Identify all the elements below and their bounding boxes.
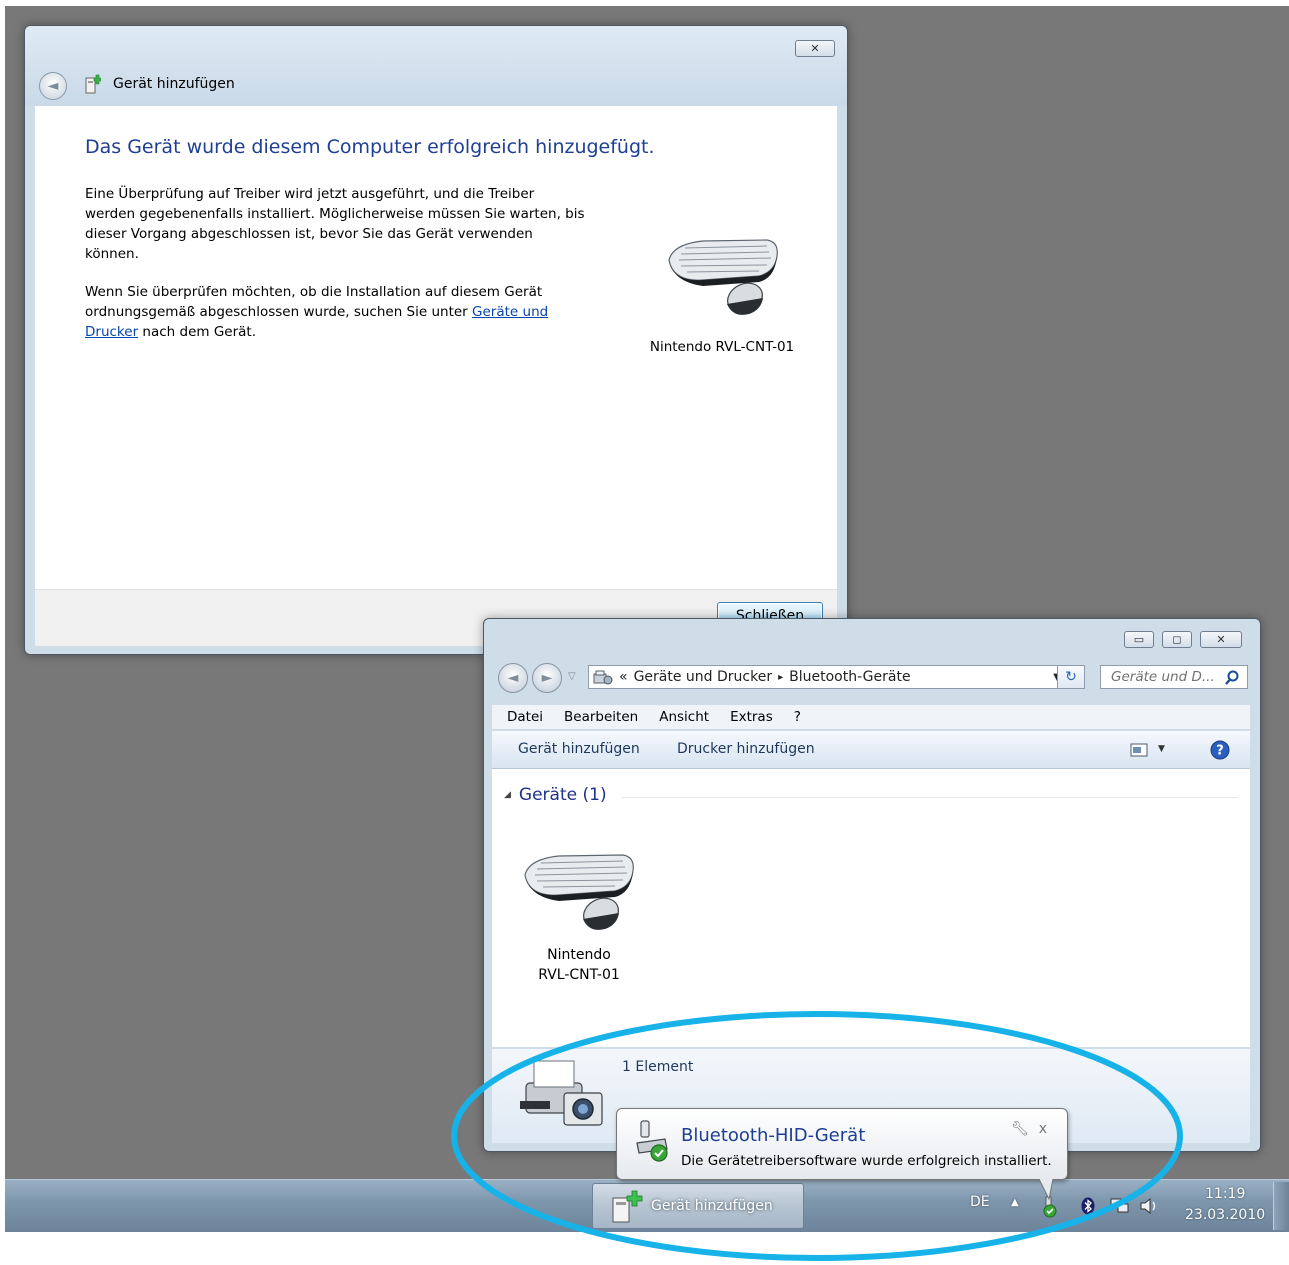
device-tile-line1: Nintendo (547, 947, 611, 963)
refresh-button[interactable]: ↻ (1057, 665, 1085, 689)
command-bar: Gerät hinzufügen Drucker hinzufügen ▼ ? (492, 731, 1250, 769)
group-divider (622, 797, 1238, 798)
back-button[interactable]: ◄ (39, 72, 67, 100)
devices-group-label: Geräte (1) (518, 785, 607, 805)
view-options-icon[interactable] (1130, 743, 1148, 757)
help-icon[interactable]: ? (1210, 740, 1230, 760)
balloon-tail (1038, 1179, 1054, 1201)
breadcrumb-bluetooth-devices[interactable]: Bluetooth-Geräte (789, 669, 910, 685)
add-device-icon (612, 1190, 643, 1223)
printer-camera-icon (520, 1060, 603, 1126)
balloon-tools: 🔧︎x (1011, 1121, 1057, 1137)
wizard-title: Gerät hinzufügen (113, 76, 235, 92)
view-dropdown-icon[interactable]: ▼ (1158, 744, 1165, 754)
devices-content-pane: ◢ Geräte (1) Nintendo RVL-CNT-01 (492, 769, 1250, 1047)
window-close-button[interactable]: ✕ (795, 40, 835, 57)
device-tile-label[interactable]: Nintendo RVL-CNT-01 (514, 945, 644, 985)
language-indicator[interactable]: DE (970, 1194, 990, 1210)
wizard-content: Das Gerät wurde diesem Computer erfolgre… (35, 106, 837, 589)
clock-date[interactable]: 23.03.2010 (1185, 1207, 1265, 1223)
wizard-heading: Das Gerät wurde diesem Computer erfolgre… (85, 136, 655, 158)
search-icon[interactable] (1224, 670, 1240, 686)
network-icon[interactable] (1109, 1197, 1131, 1215)
collapse-arrow-icon[interactable]: ◢ (504, 790, 511, 800)
wrench-icon[interactable]: 🔧︎ (1011, 1121, 1039, 1137)
taskbar-add-device-button[interactable]: Gerät hinzufügen (592, 1183, 804, 1229)
devices-folder-icon (593, 670, 613, 685)
show-hidden-icons-icon[interactable]: ▲ (1011, 1197, 1019, 1208)
balloon-title: Bluetooth-HID-Gerät (681, 1125, 866, 1146)
taskbar: Gerät hinzufügen DE ▲ 11:19 23.03.2010 (5, 1179, 1289, 1232)
balloon-message: Die Gerätetreibersoftware wurde erfolgre… (681, 1153, 1052, 1169)
breadcrumb-devices-and-printers[interactable]: Geräte und Drucker (634, 669, 773, 685)
verify-text-end: nach dem Gerät. (138, 324, 257, 340)
menu-bearbeiten[interactable]: Bearbeiten (564, 709, 638, 725)
recent-pages-dropdown[interactable]: ▽ (568, 671, 576, 682)
keyboard-mouse-icon[interactable] (519, 853, 637, 935)
address-bar[interactable]: « Geräte und Drucker ▸ Bluetooth-Geräte … (588, 665, 1070, 689)
minimize-button[interactable]: ▭ (1124, 631, 1154, 648)
menu-bar: Datei Bearbeiten Ansicht Extras ? (492, 705, 1250, 729)
maximize-icon: ◻ (1172, 633, 1182, 646)
taskbar-task-label: Gerät hinzufügen (651, 1198, 773, 1214)
show-desktop-button[interactable] (1273, 1182, 1289, 1230)
wizard-title-area: ✕ ◄ Gerät hinzufügen (25, 26, 847, 106)
bluetooth-icon[interactable] (1081, 1197, 1095, 1215)
close-icon: ✕ (1216, 633, 1226, 646)
wizard-device-name: Nintendo RVL-CNT-01 (649, 339, 795, 355)
add-device-icon (85, 74, 101, 94)
menu-ansicht[interactable]: Ansicht (659, 709, 709, 725)
close-icon: ✕ (810, 42, 820, 55)
back-button[interactable]: ◄ (498, 663, 528, 693)
item-count: 1 Element (622, 1059, 694, 1075)
devices-group-header[interactable]: ◢ Geräte (1) (504, 785, 607, 805)
devices-and-printers-window: ▭ ◻ ✕ ◄ ► ▽ « Geräte und Drucker ▸ Bluet… (483, 618, 1261, 1152)
verify-installation-text: Wenn Sie überprüfen möchten, ob die Inst… (85, 282, 585, 342)
keyboard-mouse-icon (668, 239, 778, 315)
volume-icon[interactable] (1139, 1197, 1159, 1215)
add-printer-command[interactable]: Drucker hinzufügen (677, 741, 815, 757)
minimize-icon: ▭ (1133, 633, 1145, 646)
breadcrumb-separator[interactable]: ▸ (778, 672, 783, 683)
back-arrow-icon: ◄ (507, 670, 519, 686)
svg-text:?: ? (1216, 744, 1224, 759)
forward-arrow-icon: ► (541, 670, 553, 686)
driver-check-text: Eine Überprüfung auf Treiber wird jetzt … (85, 186, 585, 262)
menu-help[interactable]: ? (794, 709, 801, 725)
add-device-wizard-window: ✕ ◄ Gerät hinzufügen Das Gerät wurde die… (24, 25, 848, 655)
add-device-command[interactable]: Gerät hinzufügen (518, 741, 640, 757)
window-close-button[interactable]: ✕ (1200, 631, 1242, 648)
refresh-icon: ↻ (1065, 669, 1077, 685)
forward-button[interactable]: ► (532, 663, 562, 693)
back-arrow-icon: ◄ (47, 78, 59, 94)
device-tile-line2: RVL-CNT-01 (538, 967, 620, 983)
menu-datei[interactable]: Datei (507, 709, 543, 725)
maximize-button[interactable]: ◻ (1162, 631, 1192, 648)
menu-extras[interactable]: Extras (730, 709, 773, 725)
breadcrumb-overflow[interactable]: « (619, 669, 628, 685)
close-icon[interactable]: x (1039, 1121, 1057, 1137)
bluetooth-hid-device-icon (636, 1120, 668, 1162)
notification-balloon[interactable]: Bluetooth-HID-Gerät Die Gerätetreibersof… (616, 1108, 1068, 1201)
clock-time[interactable]: 11:19 (1205, 1186, 1245, 1202)
